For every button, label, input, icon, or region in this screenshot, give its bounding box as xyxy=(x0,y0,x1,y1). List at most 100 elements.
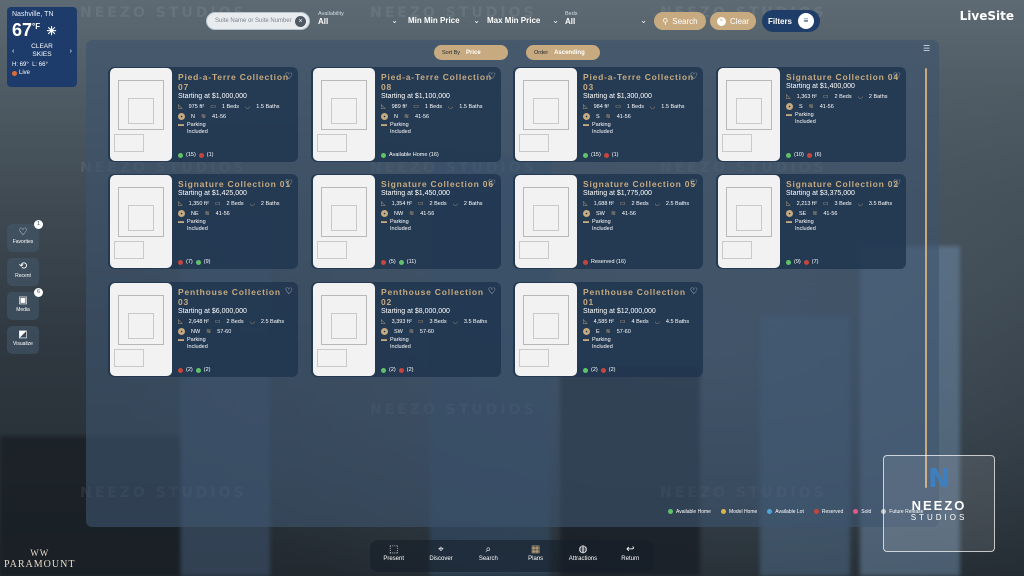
plan-card[interactable]: ♡ Penthouse Collection 02 Starting at $8,0… xyxy=(311,282,501,377)
plan-card[interactable]: ♡ Signature Collection 01 Starting at $1,4… xyxy=(108,174,298,269)
bath-icon: ◡ xyxy=(452,201,458,207)
plan-name: Pied-a-Terre Collection 03 xyxy=(583,72,694,92)
compass-icon: ✦ xyxy=(178,210,185,217)
available-dot-icon xyxy=(583,367,588,373)
legend-dot-icon xyxy=(720,509,726,515)
bed-icon: ▭ xyxy=(615,104,621,110)
car-icon: ▬ xyxy=(786,112,792,118)
bath-icon: ◡ xyxy=(650,104,656,110)
search-button[interactable]: ⚲ Search xyxy=(654,12,706,30)
plan-name: Signature Collection 04 xyxy=(786,72,899,82)
floorplan-thumbnail[interactable] xyxy=(313,68,375,161)
availability-dropdown[interactable]: Availability All ⌄ xyxy=(318,11,398,31)
bed-icon: ▭ xyxy=(822,94,829,100)
nav-search[interactable]: ⌕ Search xyxy=(465,540,512,572)
chevron-right-icon[interactable]: › xyxy=(70,48,72,55)
floorplan-thumbnail[interactable] xyxy=(718,68,780,161)
plan-card[interactable]: ♡ Signature Collection 06 Starting at $1,4… xyxy=(311,174,501,269)
floors-icon: ≋ xyxy=(610,211,616,217)
side-recent[interactable]: ⟲ Recent xyxy=(7,258,39,286)
max-price-dropdown[interactable]: Max Min Price ⌄ xyxy=(487,16,559,36)
min-price-dropdown[interactable]: Min Min Price ⌄ xyxy=(408,16,480,36)
plan-name: Pied-a-Terre Collection 07 xyxy=(178,72,289,92)
clear-button[interactable]: × Clear xyxy=(710,12,756,30)
availability-counts: (7) (9) xyxy=(178,259,210,265)
car-icon: ▬ xyxy=(381,337,387,343)
chevron-down-icon: ⌄ xyxy=(473,16,480,25)
plan-card[interactable]: ♡ Pied-a-Terre Collection 07 Starting at $… xyxy=(108,67,298,162)
clear-search-icon[interactable]: × xyxy=(295,16,306,27)
nav-plans[interactable]: ▦ Plans xyxy=(512,540,559,572)
legend-item: Available Home xyxy=(668,509,711,515)
available-dot-icon xyxy=(381,367,386,373)
plan-name: Signature Collection 05 xyxy=(583,179,696,189)
plan-card[interactable]: ♡ Signature Collection 04 Starting at $1,4… xyxy=(716,67,906,162)
weather-condition: CLEAR SKIES xyxy=(31,43,53,58)
plan-price: Starting at $1,400,000 xyxy=(786,83,855,90)
floorplan-thumbnail[interactable] xyxy=(515,283,577,376)
reserved-dot-icon xyxy=(178,367,183,373)
floors-icon: ≋ xyxy=(605,329,611,335)
floorplan-thumbnail[interactable] xyxy=(110,283,172,376)
available-dot-icon xyxy=(786,259,791,265)
availability-counts: (2) (2) xyxy=(178,367,210,373)
availability-counts: (10) (6) xyxy=(786,152,822,158)
legend-item: Available Lot xyxy=(767,509,804,515)
floorplan-thumbnail[interactable] xyxy=(110,175,172,268)
sort-by-dropdown[interactable]: Sort By Price xyxy=(434,45,508,60)
search-input[interactable]: Suite Name or Suite Number × xyxy=(206,12,310,30)
chevron-down-icon: ⌄ xyxy=(391,16,398,25)
floorplan-thumbnail[interactable] xyxy=(110,68,172,161)
floors-icon: ≋ xyxy=(409,211,415,217)
plan-card[interactable]: ♡ Signature Collection 05 Starting at $1,7… xyxy=(513,174,703,269)
plan-name: Signature Collection 01 xyxy=(178,179,291,189)
sun-icon: ☀ xyxy=(46,24,57,38)
filters-button[interactable]: Filters ≡ xyxy=(762,10,820,32)
floorplan-thumbnail[interactable] xyxy=(515,68,577,161)
plan-card[interactable]: ♡ Signature Collection 02 Starting at $3,3… xyxy=(716,174,906,269)
side-favorites[interactable]: 1 ♡ Favorites xyxy=(7,220,43,252)
bath-icon: ◡ xyxy=(249,319,255,325)
list-view-icon[interactable]: ☰ xyxy=(923,44,933,53)
area-icon: ◺ xyxy=(786,201,791,207)
nav-return[interactable]: ↩ Return xyxy=(607,540,654,572)
bath-icon: ◡ xyxy=(857,94,863,100)
status-dot-icon xyxy=(583,259,588,265)
area-icon: ◺ xyxy=(583,104,588,110)
plan-name: Penthouse Collection 02 xyxy=(381,287,484,307)
car-icon: ▬ xyxy=(178,219,184,225)
plan-card[interactable]: ♡ Pied-a-Terre Collection 08 Starting at $… xyxy=(311,67,501,162)
nav-discover[interactable]: ⌖ Discover xyxy=(417,540,464,572)
floorplan-icon: ▦ xyxy=(530,544,541,555)
plan-card[interactable]: ♡ Penthouse Collection 01 Starting at $12,… xyxy=(513,282,703,377)
nav-attractions[interactable]: ◍ Attractions xyxy=(559,540,606,572)
car-icon: ▬ xyxy=(381,219,387,225)
area-icon: ◺ xyxy=(583,201,588,207)
order-dropdown[interactable]: Order Ascending xyxy=(526,45,600,60)
bath-icon: ◡ xyxy=(448,104,454,110)
side-media[interactable]: 6 ▣ Media xyxy=(7,288,43,320)
history-icon: ⟲ xyxy=(18,261,28,272)
chevron-left-icon[interactable]: ‹ xyxy=(12,48,14,55)
close-icon: × xyxy=(716,16,726,26)
plan-price: Starting at $1,775,000 xyxy=(583,190,652,197)
scrollbar[interactable] xyxy=(925,68,927,488)
plan-card[interactable]: ♡ Penthouse Collection 03 Starting at $6,0… xyxy=(108,282,298,377)
floorplan-thumbnail[interactable] xyxy=(515,175,577,268)
floors-icon: ≋ xyxy=(808,104,814,110)
floors-icon: ≋ xyxy=(200,114,207,120)
floorplan-thumbnail[interactable] xyxy=(313,175,375,268)
beds-dropdown[interactable]: Beds All ⌄ xyxy=(565,11,647,31)
livesite-logo: LiveSite xyxy=(959,9,1014,23)
floorplan-thumbnail[interactable] xyxy=(718,175,780,268)
plan-card[interactable]: ♡ Pied-a-Terre Collection 03 Starting at $… xyxy=(513,67,703,162)
availability-counts: (5) (11) xyxy=(381,259,416,265)
area-icon: ◺ xyxy=(583,319,588,325)
legend-dot-icon xyxy=(767,509,773,515)
side-visualize[interactable]: ◩ Visualize xyxy=(7,326,39,354)
plan-price: Starting at $1,425,000 xyxy=(178,190,247,197)
return-icon: ↩ xyxy=(626,544,635,555)
nav-present[interactable]: ⬚ Present xyxy=(370,540,417,572)
floorplan-thumbnail[interactable] xyxy=(313,283,375,376)
bed-icon: ▭ xyxy=(417,319,424,325)
